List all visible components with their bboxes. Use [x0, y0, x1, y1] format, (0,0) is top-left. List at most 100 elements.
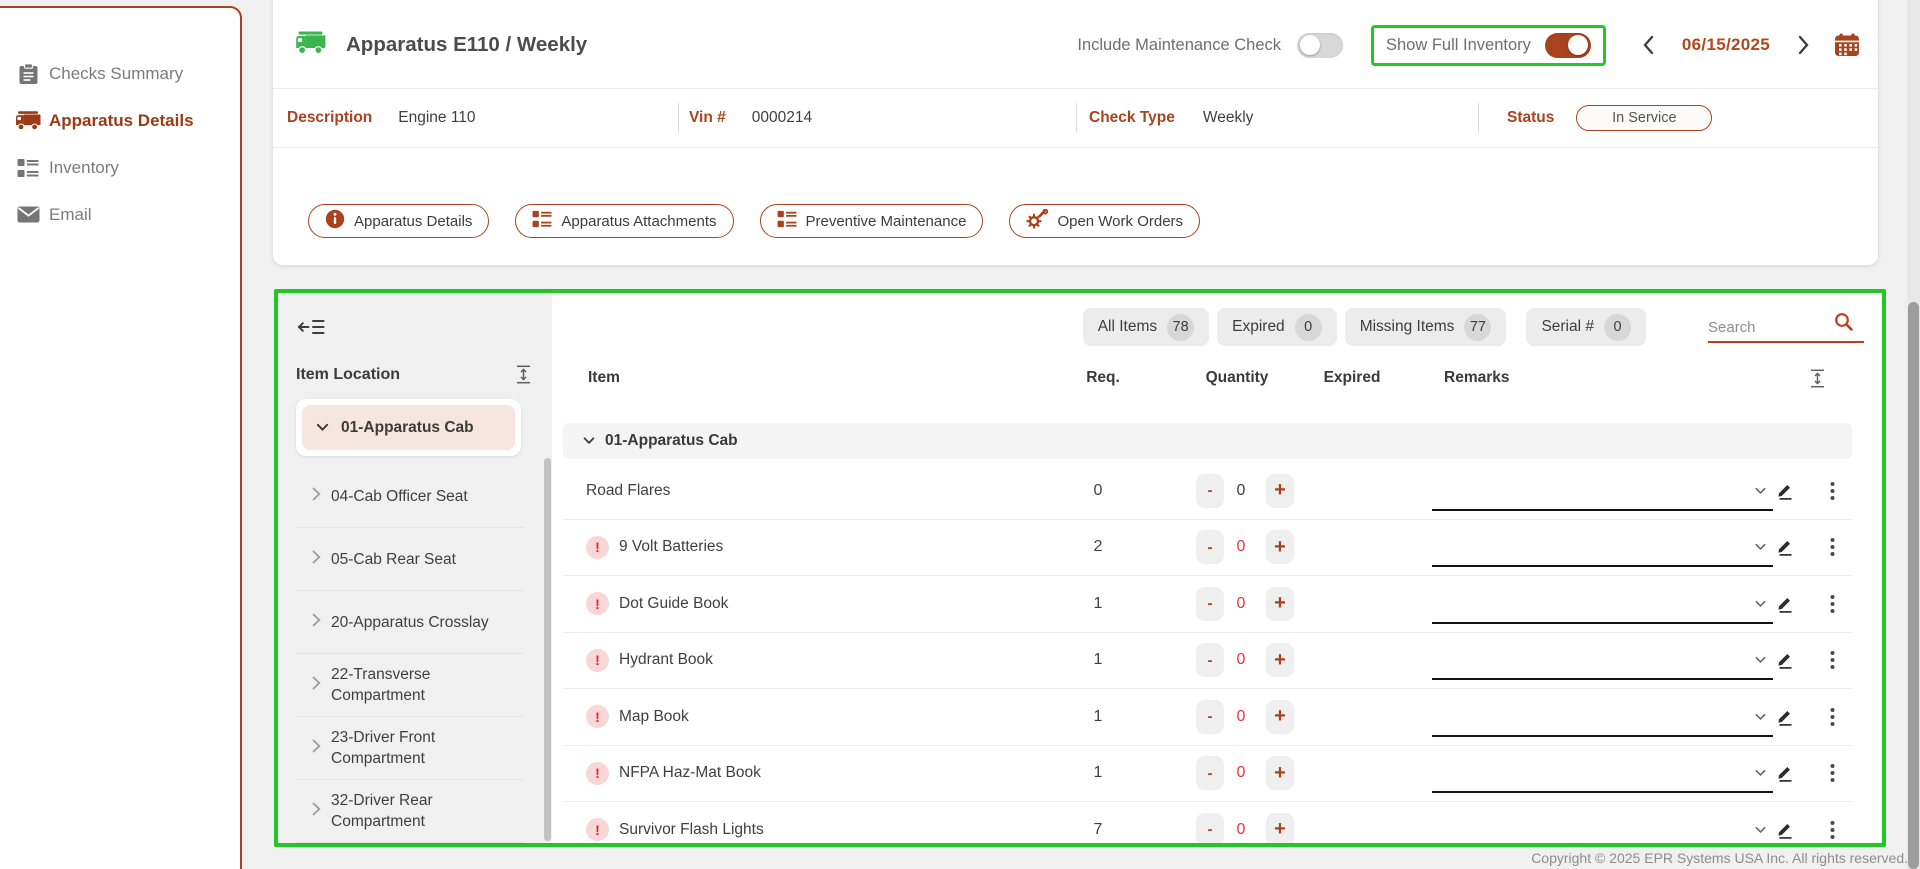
- inventory-filter-tab[interactable]: All Items 78: [1083, 308, 1209, 346]
- remarks-dropdown-caret-icon[interactable]: [1755, 544, 1766, 551]
- remarks-input[interactable]: [1432, 602, 1773, 624]
- quantity-increment-button[interactable]: +: [1266, 587, 1294, 621]
- sidebar-item-checks-summary[interactable]: Checks Summary: [0, 50, 240, 97]
- location-tree-item[interactable]: 20-Apparatus Crosslay: [296, 591, 524, 654]
- remarks-dropdown-caret-icon[interactable]: [1755, 713, 1766, 720]
- sidebar-item-apparatus-details[interactable]: Apparatus Details: [0, 97, 240, 144]
- location-tree-item[interactable]: 23-Driver Front Compartment: [296, 717, 524, 780]
- quantity-increment-button[interactable]: +: [1266, 643, 1294, 677]
- apparatus-attachments-button[interactable]: Apparatus Attachments: [515, 204, 733, 238]
- edit-remarks-pencil-icon[interactable]: [1775, 538, 1794, 557]
- row-menu-kebab-icon[interactable]: [1826, 651, 1839, 670]
- edit-remarks-pencil-icon[interactable]: [1775, 764, 1794, 783]
- include-maintenance-toggle[interactable]: [1297, 33, 1343, 58]
- row-menu-kebab-icon[interactable]: [1826, 707, 1839, 726]
- page-scrollbar-thumb[interactable]: [1908, 302, 1919, 869]
- location-item-apparatus-cab-selected[interactable]: 01-Apparatus Cab: [302, 405, 515, 450]
- next-date-chevron-icon[interactable]: [1798, 35, 1810, 55]
- row-quantity-value: 0: [1225, 708, 1257, 726]
- expand-rows-icon[interactable]: [1809, 369, 1826, 388]
- inventory-filter-tab[interactable]: Expired 0: [1217, 308, 1337, 346]
- quantity-decrement-button[interactable]: -: [1196, 813, 1224, 843]
- collapse-panel-icon[interactable]: [297, 318, 325, 336]
- quantity-decrement-button[interactable]: -: [1196, 587, 1224, 621]
- check-date[interactable]: 06/15/2025: [1682, 35, 1770, 55]
- inventory-row: ! Survivor Flash Lights 7 - 0 +: [563, 802, 1852, 843]
- edit-remarks-pencil-icon[interactable]: [1775, 594, 1794, 613]
- item-name-cell: Road Flares: [586, 463, 670, 519]
- row-menu-kebab-icon[interactable]: [1826, 594, 1839, 613]
- remarks-input[interactable]: [1432, 658, 1773, 680]
- previous-date-chevron-icon[interactable]: [1642, 35, 1654, 55]
- edit-remarks-pencil-icon[interactable]: [1775, 707, 1794, 726]
- missing-warning-icon: !: [586, 705, 609, 728]
- quantity-increment-button[interactable]: +: [1266, 530, 1294, 564]
- table-header-row: Item Req. Quantity Expired Remarks: [552, 363, 1882, 397]
- location-tree-item[interactable]: 22-Transverse Compartment: [296, 654, 524, 717]
- description-label: Description: [287, 109, 372, 127]
- calendar-icon[interactable]: [1834, 33, 1860, 57]
- sidebar-item-inventory[interactable]: Inventory: [0, 144, 240, 191]
- tab-count-badge: 0: [1604, 314, 1631, 341]
- edit-remarks-pencil-icon[interactable]: [1775, 820, 1794, 839]
- remarks-dropdown-caret-icon[interactable]: [1755, 487, 1766, 494]
- vin-label: Vin #: [689, 109, 726, 127]
- button-label: Open Work Orders: [1057, 213, 1183, 230]
- quantity-increment-button[interactable]: +: [1266, 813, 1294, 843]
- chevron-right-icon: [312, 802, 321, 821]
- page-scrollbar-track[interactable]: [1907, 0, 1920, 869]
- inventory-list-icon: [15, 158, 41, 178]
- remarks-dropdown-caret-icon[interactable]: [1755, 826, 1766, 833]
- row-item-name: 9 Volt Batteries: [619, 538, 723, 556]
- edit-remarks-pencil-icon[interactable]: [1775, 481, 1794, 500]
- search-icon[interactable]: [1834, 312, 1853, 336]
- inventory-filter-tab[interactable]: Serial # 0: [1526, 308, 1646, 346]
- location-tree-item[interactable]: 04-Cab Officer Seat: [296, 465, 524, 528]
- quantity-increment-button[interactable]: +: [1266, 700, 1294, 734]
- tab-count-badge: 0: [1295, 314, 1322, 341]
- location-item-label: 01-Apparatus Cab: [341, 419, 474, 437]
- remarks-dropdown-caret-icon[interactable]: [1755, 770, 1766, 777]
- row-menu-kebab-icon[interactable]: [1826, 538, 1839, 557]
- remarks-input[interactable]: [1432, 828, 1773, 844]
- quantity-decrement-button[interactable]: -: [1196, 700, 1224, 734]
- location-tree-item[interactable]: 05-Cab Rear Seat: [296, 528, 524, 591]
- row-item-name: Road Flares: [586, 482, 670, 500]
- search-input[interactable]: [1708, 319, 1834, 336]
- remarks-input[interactable]: [1432, 715, 1773, 737]
- apparatus-header-card: Apparatus E110 / Weekly Include Maintena…: [273, 0, 1878, 265]
- preventive-maintenance-button[interactable]: Preventive Maintenance: [760, 204, 984, 238]
- remarks-input[interactable]: [1432, 545, 1773, 567]
- quantity-increment-button[interactable]: +: [1266, 756, 1294, 790]
- remarks-input[interactable]: [1432, 489, 1773, 511]
- row-menu-kebab-icon[interactable]: [1826, 820, 1839, 839]
- inventory-filter-tab[interactable]: Missing Items 77: [1345, 308, 1507, 346]
- quantity-decrement-button[interactable]: -: [1196, 474, 1224, 508]
- status-badge[interactable]: In Service: [1576, 105, 1712, 131]
- edit-remarks-pencil-icon[interactable]: [1775, 651, 1794, 670]
- quantity-decrement-button[interactable]: -: [1196, 530, 1224, 564]
- tab-label: Serial #: [1541, 318, 1594, 336]
- quantity-decrement-button[interactable]: -: [1196, 643, 1224, 677]
- sidebar-item-email[interactable]: Email: [0, 191, 240, 238]
- apparatus-details-button[interactable]: Apparatus Details: [308, 204, 489, 238]
- location-item-label: 23-Driver Front Compartment: [331, 727, 506, 769]
- sidebar: Checks Summary Apparatus Details Invento…: [0, 6, 242, 869]
- tab-count-badge: 78: [1167, 314, 1194, 341]
- row-menu-kebab-icon[interactable]: [1826, 764, 1839, 783]
- quantity-decrement-button[interactable]: -: [1196, 756, 1224, 790]
- expand-all-icon[interactable]: [515, 365, 532, 384]
- remarks-input[interactable]: [1432, 771, 1773, 793]
- group-row-apparatus-cab[interactable]: 01-Apparatus Cab: [563, 423, 1852, 459]
- location-tree-item[interactable]: 32-Driver Rear Compartment: [296, 780, 524, 843]
- quantity-increment-button[interactable]: +: [1266, 474, 1294, 508]
- row-menu-kebab-icon[interactable]: [1826, 481, 1839, 500]
- group-row-label: 01-Apparatus Cab: [605, 432, 738, 450]
- open-work-orders-button[interactable]: Open Work Orders: [1009, 204, 1200, 238]
- tab-label: Expired: [1232, 318, 1285, 336]
- remarks-dropdown-caret-icon[interactable]: [1755, 600, 1766, 607]
- row-quantity-value: 0: [1225, 482, 1257, 500]
- location-panel-scrollbar[interactable]: [544, 458, 551, 841]
- remarks-dropdown-caret-icon[interactable]: [1755, 657, 1766, 664]
- show-full-inventory-toggle[interactable]: [1545, 33, 1591, 58]
